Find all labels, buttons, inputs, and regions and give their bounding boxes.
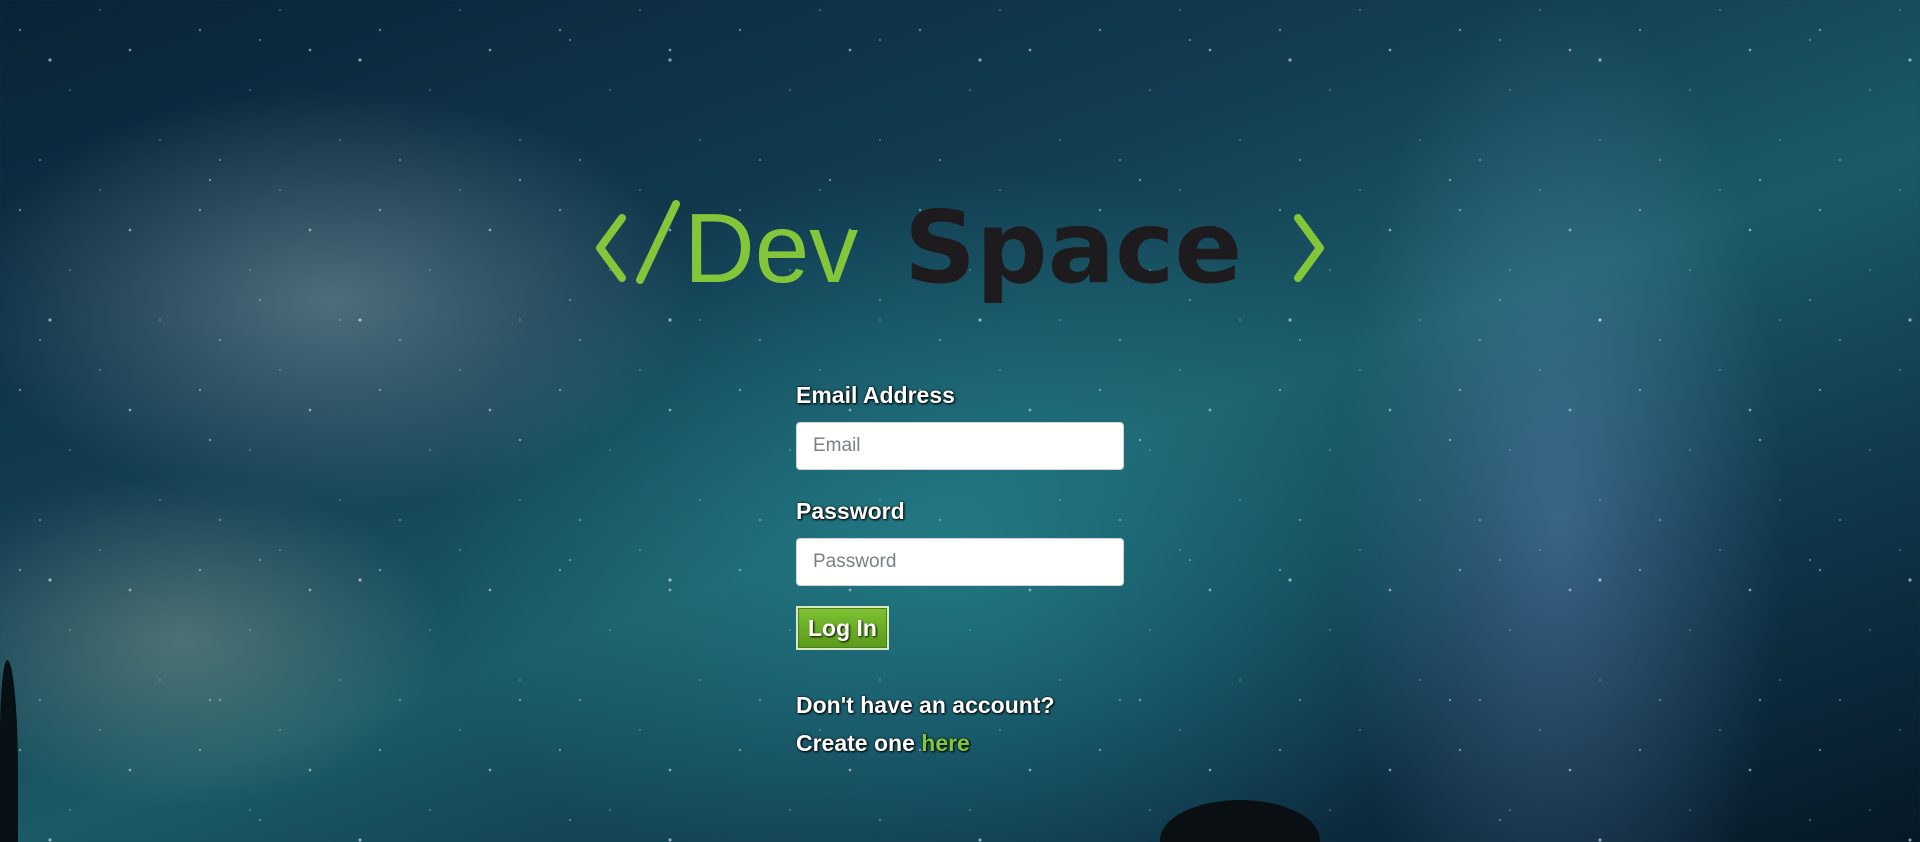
login-button[interactable]: Log In [796,606,889,650]
password-input[interactable] [796,538,1124,586]
signup-link[interactable]: here [921,730,970,756]
email-label: Email Address [796,382,955,408]
email-input[interactable] [796,422,1124,470]
signup-prompt: Don't have an account? Create one here [796,686,1124,762]
login-form: Email Address Password Log In Don't have… [796,380,1124,762]
signup-line: Create one here [796,724,1124,762]
password-label: Password [796,498,905,524]
devspace-logo: Dev Space [596,190,1324,306]
signup-create-text: Create one [796,730,915,756]
logo-space-text: Space [904,190,1242,306]
signup-question: Don't have an account? [796,692,1055,718]
logo-dev-text: Dev [684,193,858,303]
